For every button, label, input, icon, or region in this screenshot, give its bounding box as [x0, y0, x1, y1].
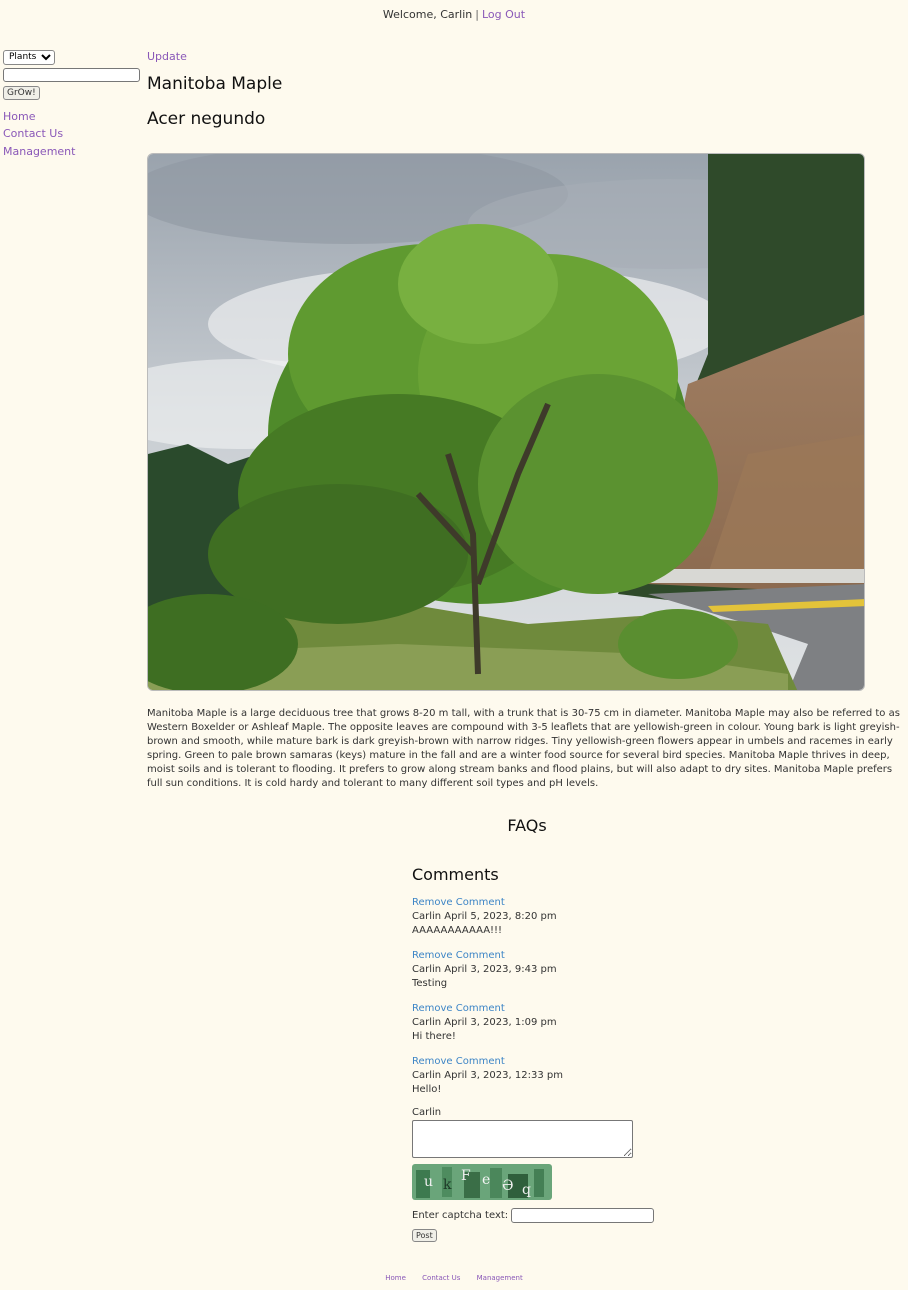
comments-heading: Comments	[412, 865, 499, 884]
comment-text: AAAAAAAAAAA!!!	[412, 925, 503, 936]
footer-link-management[interactable]: Management	[477, 1274, 523, 1282]
comment-item: Remove Comment Carlin April 3, 2023, 9:4…	[412, 949, 672, 991]
sidebar-item-home[interactable]: Home	[3, 108, 143, 126]
sidebar: Plants GrOw! Home Contact Us Management	[3, 44, 143, 160]
captcha-char: q	[522, 1182, 531, 1198]
remove-comment-link[interactable]: Remove Comment	[412, 1055, 672, 1069]
comment-text: Testing	[412, 978, 448, 989]
remove-comment-link[interactable]: Remove Comment	[412, 949, 672, 963]
sidebar-item-contact[interactable]: Contact Us	[3, 125, 143, 143]
separator: |	[475, 8, 479, 21]
welcome-text: Welcome, Carlin	[382, 8, 473, 21]
main-content: Update Manitoba Maple Acer negundo	[147, 50, 907, 129]
captcha-char: u	[424, 1174, 433, 1190]
update-link[interactable]: Update	[147, 50, 907, 63]
comment-meta: Carlin April 3, 2023, 12:33 pm	[412, 1070, 563, 1081]
post-button[interactable]: Post	[412, 1229, 437, 1242]
plant-photo-image	[148, 154, 864, 690]
footer-link-home[interactable]: Home	[385, 1274, 406, 1282]
footer: Home Contact Us Management	[0, 1274, 908, 1282]
comment-meta: Carlin April 3, 2023, 9:43 pm	[412, 964, 557, 975]
search-input[interactable]	[3, 67, 140, 82]
common-name: Manitoba Maple	[147, 74, 283, 94]
plant-description: Manitoba Maple is a large deciduous tree…	[147, 708, 900, 789]
captcha-char: e	[482, 1172, 490, 1188]
comment-item: Remove Comment Carlin April 3, 2023, 1:0…	[412, 1002, 672, 1044]
sidebar-item-management[interactable]: Management	[3, 143, 143, 161]
faqs-heading: FAQs	[507, 816, 547, 835]
captcha-row: Enter captcha text:	[412, 1208, 672, 1223]
comments-section: Comments Remove Comment Carlin April 5, …	[412, 865, 672, 1242]
comment-form: Carlin u k F e Ə q Enter captcha text: P…	[412, 1107, 672, 1242]
comment-text: Hello!	[412, 1084, 442, 1095]
logout-link[interactable]: Log Out	[482, 8, 525, 21]
comment-item: Remove Comment Carlin April 5, 2023, 8:2…	[412, 896, 672, 938]
captcha-input[interactable]	[511, 1208, 655, 1223]
latin-name: Acer negundo	[147, 109, 266, 129]
footer-link-contact[interactable]: Contact Us	[422, 1274, 460, 1282]
captcha-char: Ə	[502, 1178, 513, 1194]
comment-text: Hi there!	[412, 1031, 456, 1042]
captcha-char: k	[443, 1177, 452, 1193]
comment-item: Remove Comment Carlin April 3, 2023, 12:…	[412, 1055, 672, 1097]
category-select[interactable]: Plants	[3, 49, 55, 65]
captcha-label: Enter captcha text:	[412, 1210, 509, 1221]
top-bar: Welcome, Carlin | Log Out	[0, 8, 908, 21]
remove-comment-link[interactable]: Remove Comment	[412, 1002, 672, 1016]
captcha-char: F	[461, 1168, 471, 1184]
comment-meta: Carlin April 3, 2023, 1:09 pm	[412, 1017, 557, 1028]
grow-button[interactable]: GrOw!	[3, 85, 40, 100]
remove-comment-link[interactable]: Remove Comment	[412, 896, 672, 910]
plant-photo	[147, 153, 865, 691]
comment-textarea[interactable]	[412, 1120, 633, 1158]
captcha-graphic: u k F e Ə q	[412, 1164, 552, 1200]
sidebar-nav: Home Contact Us Management	[3, 108, 143, 161]
comment-meta: Carlin April 5, 2023, 8:20 pm	[412, 911, 557, 922]
captcha-image: u k F e Ə q	[412, 1164, 552, 1200]
comment-form-user: Carlin	[412, 1107, 442, 1118]
